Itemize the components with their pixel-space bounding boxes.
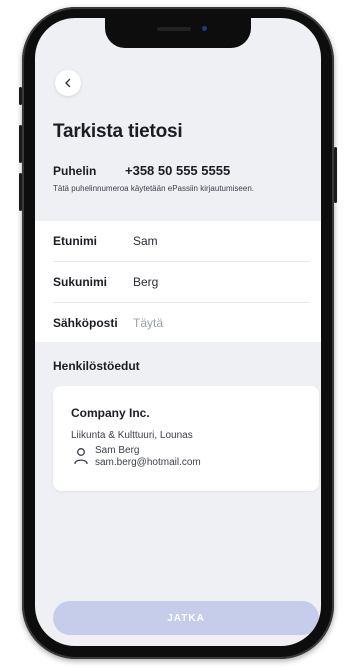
company-name: Company Inc.: [71, 406, 150, 420]
email-label: Sähköposti: [53, 316, 118, 330]
last-name-row[interactable]: Sukunimi Berg: [53, 262, 309, 302]
back-button[interactable]: [55, 70, 81, 96]
person-name: Sam Berg: [95, 445, 140, 456]
phone-number: +358 50 555 5555: [125, 163, 231, 178]
last-name-label: Sukunimi: [53, 275, 108, 289]
first-name-row[interactable]: Etunimi Sam: [53, 221, 309, 261]
personal-info-form: Etunimi Sam Sukunimi Berg Sähköposti Täy…: [35, 221, 321, 342]
phone-label: Puhelin: [53, 164, 97, 178]
person-email: sam.berg@hotmail.com: [95, 457, 201, 468]
mute-switch: [19, 87, 22, 105]
power-button: [334, 147, 337, 203]
first-name-field[interactable]: Sam: [133, 234, 158, 248]
chevron-left-icon: [65, 78, 71, 88]
benefits-section-title: Henkilöstöedut: [53, 359, 140, 373]
person-icon: [74, 448, 88, 465]
page-title: Tarkista tietosi: [53, 121, 183, 142]
email-row[interactable]: Sähköposti Täytä: [53, 303, 309, 343]
notch: [105, 18, 251, 48]
volume-down-button: [19, 173, 22, 211]
speaker: [157, 27, 191, 31]
last-name-field[interactable]: Berg: [133, 275, 158, 289]
volume-up-button: [19, 125, 22, 163]
camera-dot: [202, 26, 207, 31]
benefit-card[interactable]: Company Inc. Liikunta & Kulttuuri, Louna…: [53, 386, 319, 491]
first-name-label: Etunimi: [53, 234, 97, 248]
email-field[interactable]: Täytä: [133, 316, 163, 330]
phone-helper-text: Tätä puhelinnumeroa käytetään ePassiin k…: [53, 184, 255, 193]
app-screen: Tarkista tietosi Puhelin +358 50 555 555…: [35, 18, 321, 646]
continue-button[interactable]: JATKA: [53, 601, 319, 635]
benefit-types: Liikunta & Kulttuuri, Lounas: [71, 430, 193, 441]
